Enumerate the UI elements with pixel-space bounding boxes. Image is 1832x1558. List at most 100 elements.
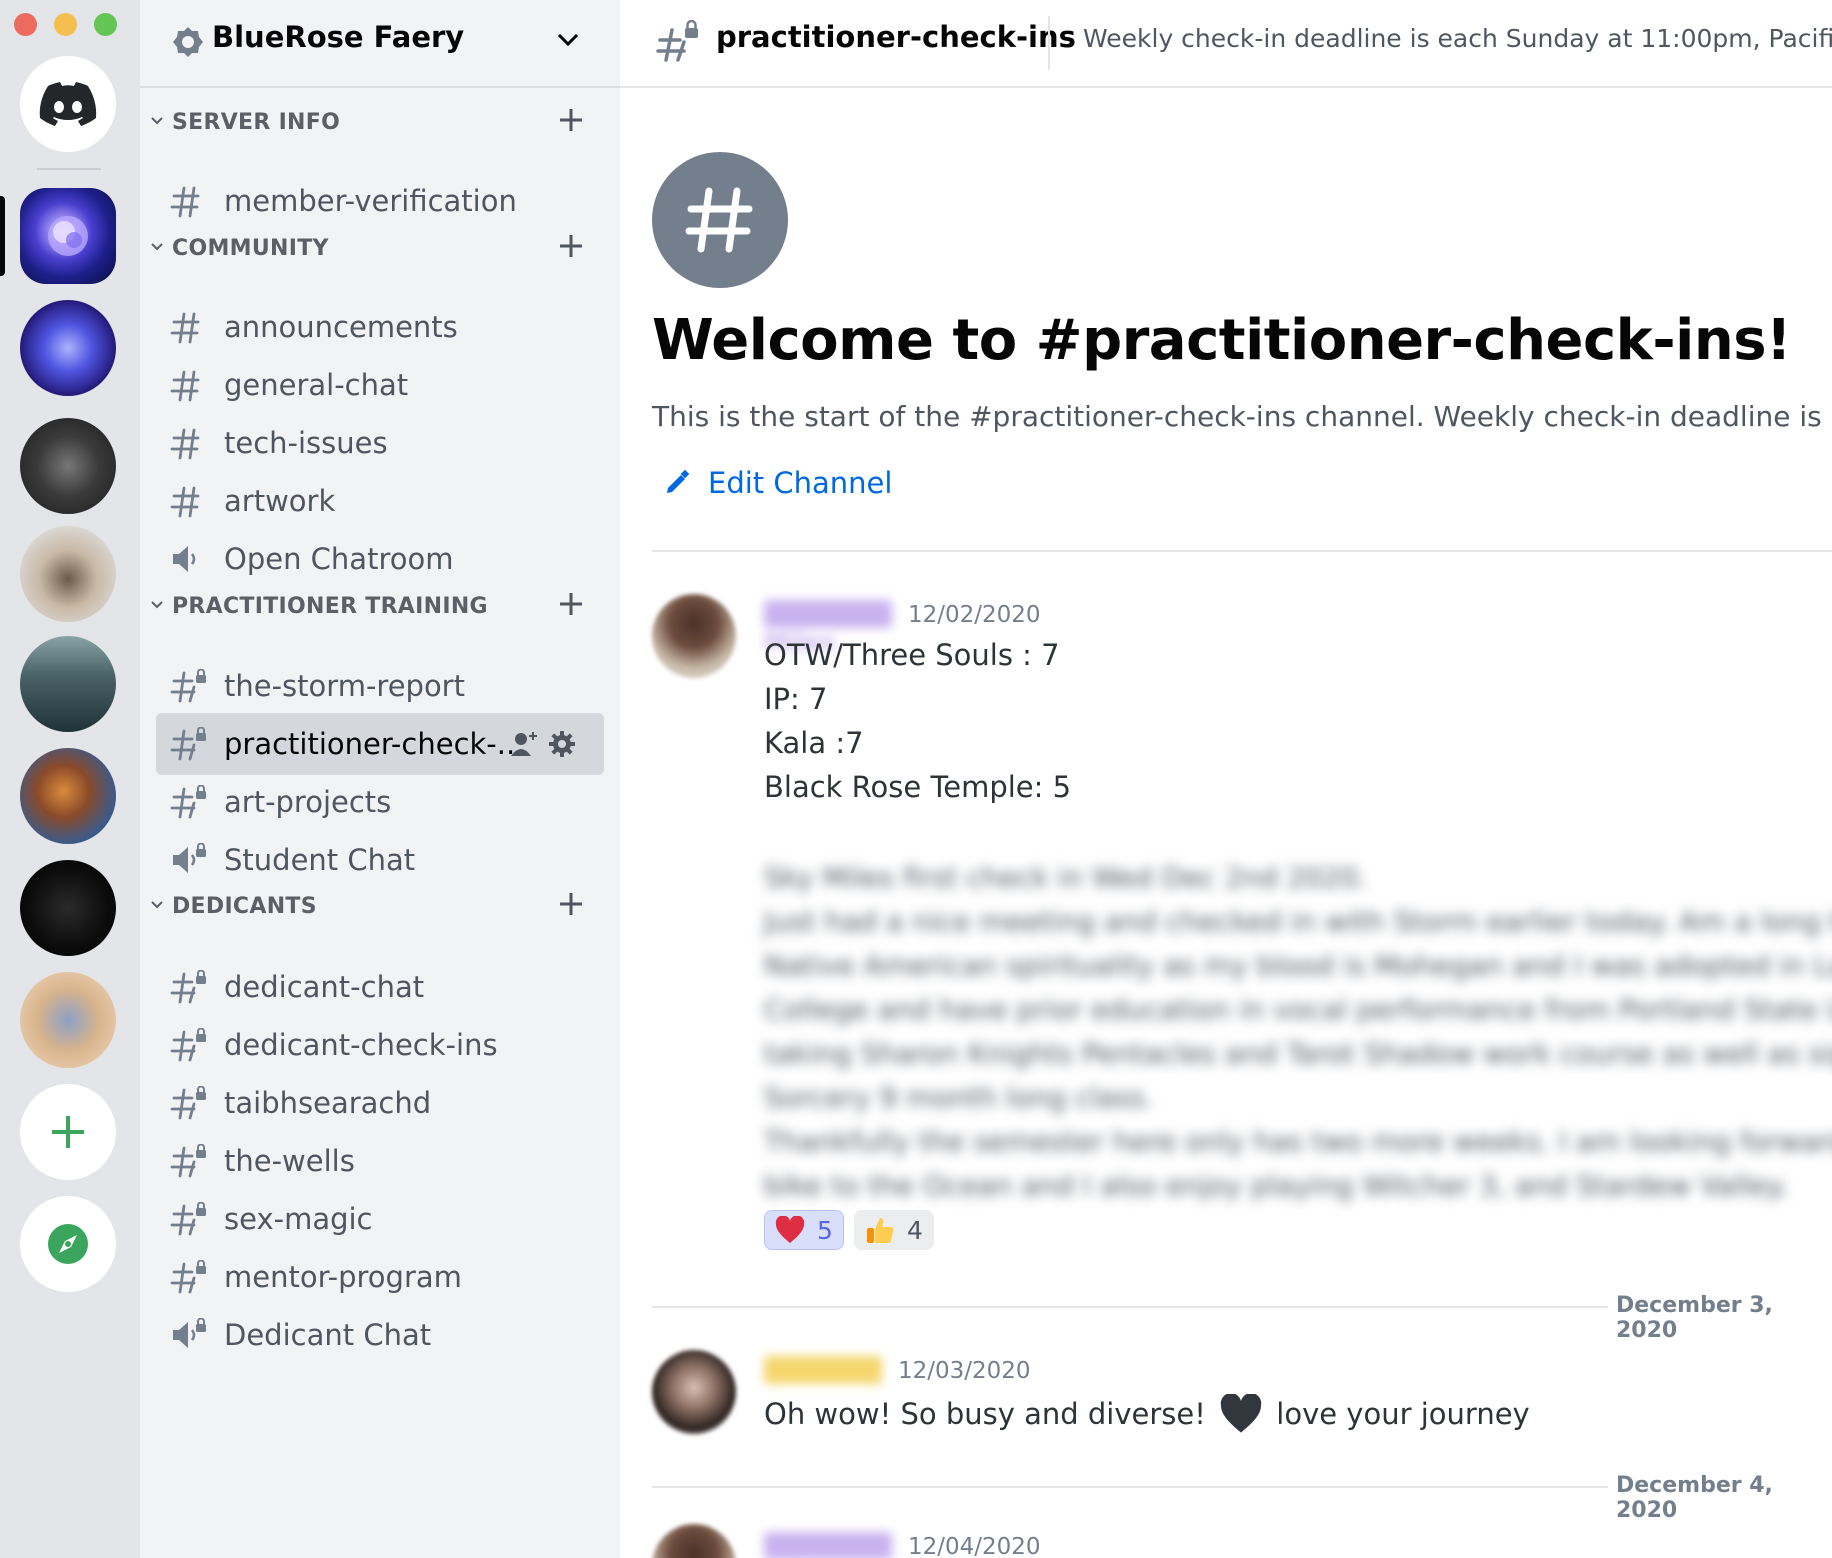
channel-type-icon — [170, 969, 208, 1004]
channel-type-icon — [170, 310, 208, 344]
channel-item[interactable]: the-wells — [156, 1130, 604, 1192]
username[interactable]: Sky Miles — [764, 1532, 892, 1558]
add-channel-icon[interactable] — [555, 230, 587, 262]
channel-item[interactable]: announcements — [156, 296, 604, 358]
rail-separator — [37, 168, 101, 170]
channel-item[interactable]: mentor-program — [156, 1246, 604, 1308]
channel-label: general-chat — [224, 368, 409, 402]
compass-icon — [48, 1224, 88, 1264]
channel-item[interactable]: Open Chatroom — [156, 528, 604, 590]
server-icon-4[interactable] — [20, 526, 116, 622]
channel-type-icon — [170, 184, 208, 218]
gear-icon[interactable] — [548, 730, 576, 758]
category-community[interactable]: COMMUNITY — [140, 228, 620, 268]
channel-label: mentor-program — [224, 1260, 462, 1294]
chevron-down-icon — [151, 901, 163, 909]
pencil-icon — [667, 470, 690, 493]
text-channel-icon — [170, 186, 200, 218]
locked-voice-channel-icon — [173, 842, 206, 873]
category-server-info[interactable]: SERVER INFO — [140, 102, 620, 142]
category-label: PRACTITIONER TRAINING — [172, 594, 488, 619]
channel-item[interactable]: Dedicant Chat — [156, 1304, 604, 1366]
channel-item[interactable]: practitioner-check-... — [156, 713, 604, 775]
locked-text-channel-icon — [170, 1201, 206, 1236]
username-text: Sky Miles — [764, 1532, 813, 1558]
username[interactable]: MsFern — [764, 1356, 882, 1384]
server-icon-5[interactable] — [20, 636, 116, 732]
add-channel-icon[interactable] — [555, 888, 587, 920]
reaction-heart[interactable]: 5 — [764, 1210, 844, 1250]
edit-channel-link[interactable]: Edit Channel — [664, 466, 892, 500]
channel-label: announcements — [224, 310, 458, 344]
welcome-divider — [652, 550, 1832, 552]
reaction-count: 5 — [817, 1215, 833, 1245]
welcome-subtitle: This is the start of the #practitioner-c… — [652, 400, 1832, 433]
message-line: OTW/Three Souls : 7 — [764, 638, 1060, 672]
server-icon-2[interactable] — [20, 300, 116, 396]
channel-label: member-verification — [224, 184, 517, 218]
blurred-line: bike to the Ocean and I also enjoy playi… — [764, 1169, 1789, 1202]
locked-text-channel-icon — [170, 726, 206, 761]
channel-item[interactable]: artwork — [156, 470, 604, 532]
channel-header: practitioner-check-ins Weekly check-in d… — [620, 0, 1832, 88]
chevron-down-icon — [151, 601, 163, 609]
channel-label: the-wells — [224, 1144, 355, 1178]
reaction-count: 4 — [907, 1215, 923, 1245]
channel-title: practitioner-check-ins — [716, 20, 1076, 54]
minimize-window-button[interactable] — [54, 13, 77, 36]
chevron-down-icon — [557, 33, 579, 47]
locked-text-channel-icon — [170, 969, 206, 1004]
category-label: SERVER INFO — [172, 110, 341, 135]
welcome-title: Welcome to #practitioner-check-ins! — [652, 308, 1792, 373]
server-icon-bluerose-faery[interactable] — [20, 188, 116, 284]
discord-logo-icon — [39, 82, 97, 126]
server-icon-8[interactable] — [20, 972, 116, 1068]
message-text: Oh wow! So busy and diverse! — [764, 1397, 1206, 1431]
locked-text-channel-icon — [170, 668, 206, 703]
maximize-window-button[interactable] — [94, 13, 117, 36]
add-server-button[interactable] — [20, 1084, 116, 1180]
server-icon-7[interactable] — [20, 860, 116, 956]
locked-text-channel-icon — [170, 784, 206, 819]
heart-emoji-icon — [775, 1216, 805, 1243]
channel-item[interactable]: the-storm-report — [156, 655, 604, 717]
close-window-button[interactable] — [14, 13, 37, 36]
blurred-line: Just had a nice meeting and checked in w… — [764, 905, 1832, 938]
channel-item[interactable]: Student Chat — [156, 829, 604, 891]
add-channel-icon[interactable] — [555, 588, 587, 620]
username[interactable]: Sky Miles — [764, 600, 892, 656]
category-practitioner-training[interactable]: PRACTITIONER TRAINING — [140, 586, 620, 626]
blurred-line: taking Sharon Knights Pentacles and Taro… — [764, 1037, 1832, 1070]
channel-item[interactable]: taibhsearachd — [156, 1072, 604, 1134]
category-dedicants[interactable]: DEDICANTS — [140, 886, 620, 926]
channel-type-icon — [170, 484, 208, 518]
server-header[interactable]: BlueRose Faery — [140, 0, 620, 88]
add-channel-icon[interactable] — [555, 104, 587, 136]
home-button[interactable] — [20, 56, 116, 152]
channel-item[interactable]: member-verification — [156, 170, 604, 232]
channel-item[interactable]: sex-magic — [156, 1188, 604, 1250]
message-line: Kala :7 — [764, 726, 864, 760]
active-server-indicator — [0, 196, 5, 276]
timestamp: 12/03/2020 — [898, 1358, 1031, 1384]
channel-item[interactable]: general-chat — [156, 354, 604, 416]
channel-topic[interactable]: Weekly check-in deadline is each Sunday … — [1083, 24, 1832, 53]
channel-item[interactable]: art-projects — [156, 771, 604, 833]
server-icon-6[interactable] — [20, 748, 116, 844]
channel-type-icon — [170, 1027, 208, 1062]
channel-item[interactable]: tech-issues — [156, 412, 604, 474]
channel-item[interactable]: dedicant-check-ins — [156, 1014, 604, 1076]
invite-members-icon[interactable] — [510, 730, 540, 758]
channel-label: art-projects — [224, 785, 392, 819]
locked-text-channel-icon — [170, 1143, 206, 1178]
explore-servers-button[interactable] — [20, 1196, 116, 1292]
avatar[interactable] — [652, 1524, 736, 1558]
locked-text-channel-icon — [170, 1085, 206, 1120]
avatar[interactable] — [652, 594, 736, 678]
avatar[interactable] — [652, 1350, 736, 1434]
reaction-thumbs-up[interactable]: 4 — [854, 1210, 934, 1250]
channel-item[interactable]: dedicant-chat — [156, 956, 604, 1018]
server-icon-3[interactable] — [20, 418, 116, 514]
server-name: BlueRose Faery — [212, 20, 465, 54]
locked-text-channel-icon — [170, 1259, 206, 1294]
